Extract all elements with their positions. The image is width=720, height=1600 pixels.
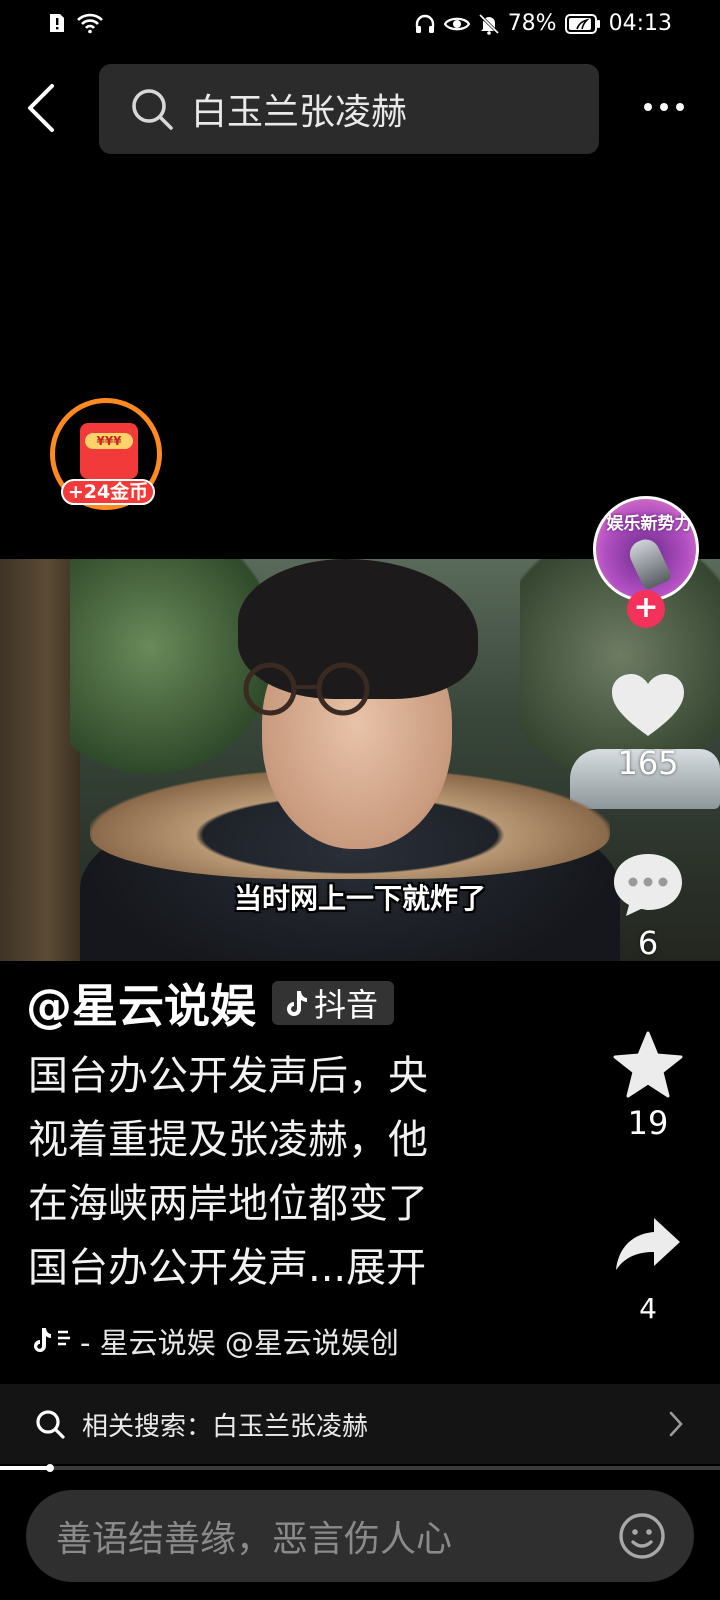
- description-line: 国台办公开发声后，央: [28, 1053, 428, 1099]
- video-person-glasses: [243, 662, 370, 716]
- chevron-right-icon: [669, 1411, 683, 1437]
- battery-percent: 78%: [507, 11, 557, 36]
- clock: 04:13: [608, 11, 672, 36]
- headphones-icon: [414, 13, 436, 35]
- author-name[interactable]: @星云说娱: [26, 970, 256, 1036]
- mute-bell-icon: [478, 13, 500, 35]
- dot-icon: [660, 103, 668, 111]
- favorite-button[interactable]: 19: [596, 1030, 700, 1142]
- post-description[interactable]: 国台办公开发声后，央 视着重提及张凌赫，他 在海峡两岸地位都变了 国台办公开发声…: [28, 1044, 478, 1300]
- chevron-left-icon: [28, 84, 54, 132]
- description-line: 在海峡两岸地位都变了: [28, 1181, 428, 1227]
- search-query: 白玉兰张凌赫: [191, 92, 408, 133]
- description-line: 视着重提及张凌赫，他: [28, 1117, 428, 1163]
- eye-icon: [443, 14, 470, 34]
- search-icon: [132, 89, 173, 130]
- status-bar: 78% 04:13: [0, 0, 720, 48]
- related-search-bar[interactable]: 相关搜索：白玉兰张凌赫: [0, 1384, 720, 1464]
- wifi-icon: [76, 12, 104, 34]
- comment-button[interactable]: 6: [596, 850, 700, 962]
- heart-icon: [612, 674, 684, 736]
- like-count: 165: [617, 744, 679, 782]
- microphone-icon: [625, 534, 673, 592]
- search-bar[interactable]: 白玉兰张凌赫: [99, 64, 599, 154]
- status-right: 78% 04:13: [414, 10, 672, 38]
- status-left: [48, 12, 104, 34]
- comment-bubble-icon: [614, 854, 682, 916]
- music-text: - 星云说娱 @星云说娱创: [80, 1326, 399, 1360]
- avatar-text: 娱乐新势力: [606, 514, 692, 534]
- like-button[interactable]: 165: [596, 672, 700, 782]
- search-icon: [36, 1410, 65, 1439]
- dot-icon: [644, 103, 652, 111]
- follow-button[interactable]: +: [627, 590, 665, 628]
- creator-avatar[interactable]: 娱乐新势力: [593, 496, 699, 602]
- share-count: 4: [639, 1292, 657, 1325]
- music-note-icon: [34, 1328, 70, 1352]
- dot-icon: [676, 103, 684, 111]
- source-tag-label: 抖音: [314, 986, 379, 1024]
- playback-progress-bar[interactable]: [0, 1464, 720, 1472]
- douyin-logo-icon: [287, 991, 307, 1016]
- envelope-coins: ¥¥¥: [85, 433, 133, 449]
- back-button[interactable]: [22, 80, 62, 136]
- share-button[interactable]: 4: [596, 1214, 700, 1325]
- author-row: @星云说娱 抖音: [26, 970, 395, 1036]
- share-arrow-icon: [616, 1218, 680, 1270]
- red-envelope-icon: ¥¥¥: [80, 423, 138, 479]
- emoji-icon[interactable]: [618, 1512, 666, 1560]
- description-line: 国台办公开发声...展开: [28, 1245, 427, 1291]
- comment-input[interactable]: 善语结善缘，恶言伤人心: [26, 1490, 694, 1582]
- star-icon: [613, 1031, 683, 1098]
- comment-count: 6: [637, 924, 659, 962]
- coin-badge: +24金币: [61, 479, 155, 505]
- favorite-count: 19: [627, 1104, 669, 1142]
- coin-reward-widget[interactable]: ¥¥¥ +24金币: [50, 398, 162, 510]
- sim-alert-icon: [48, 12, 66, 34]
- progress-fill: [0, 1466, 51, 1470]
- progress-knob[interactable]: [46, 1464, 55, 1472]
- comment-placeholder: 善语结善缘，恶言伤人心: [56, 1519, 453, 1560]
- battery-icon: [564, 13, 601, 35]
- source-tag: 抖音: [272, 981, 395, 1025]
- music-info[interactable]: - 星云说娱 @星云说娱创: [30, 1320, 470, 1362]
- more-options-button[interactable]: [644, 94, 694, 120]
- related-search-label: 相关搜索：白玉兰张凌赫: [82, 1411, 369, 1442]
